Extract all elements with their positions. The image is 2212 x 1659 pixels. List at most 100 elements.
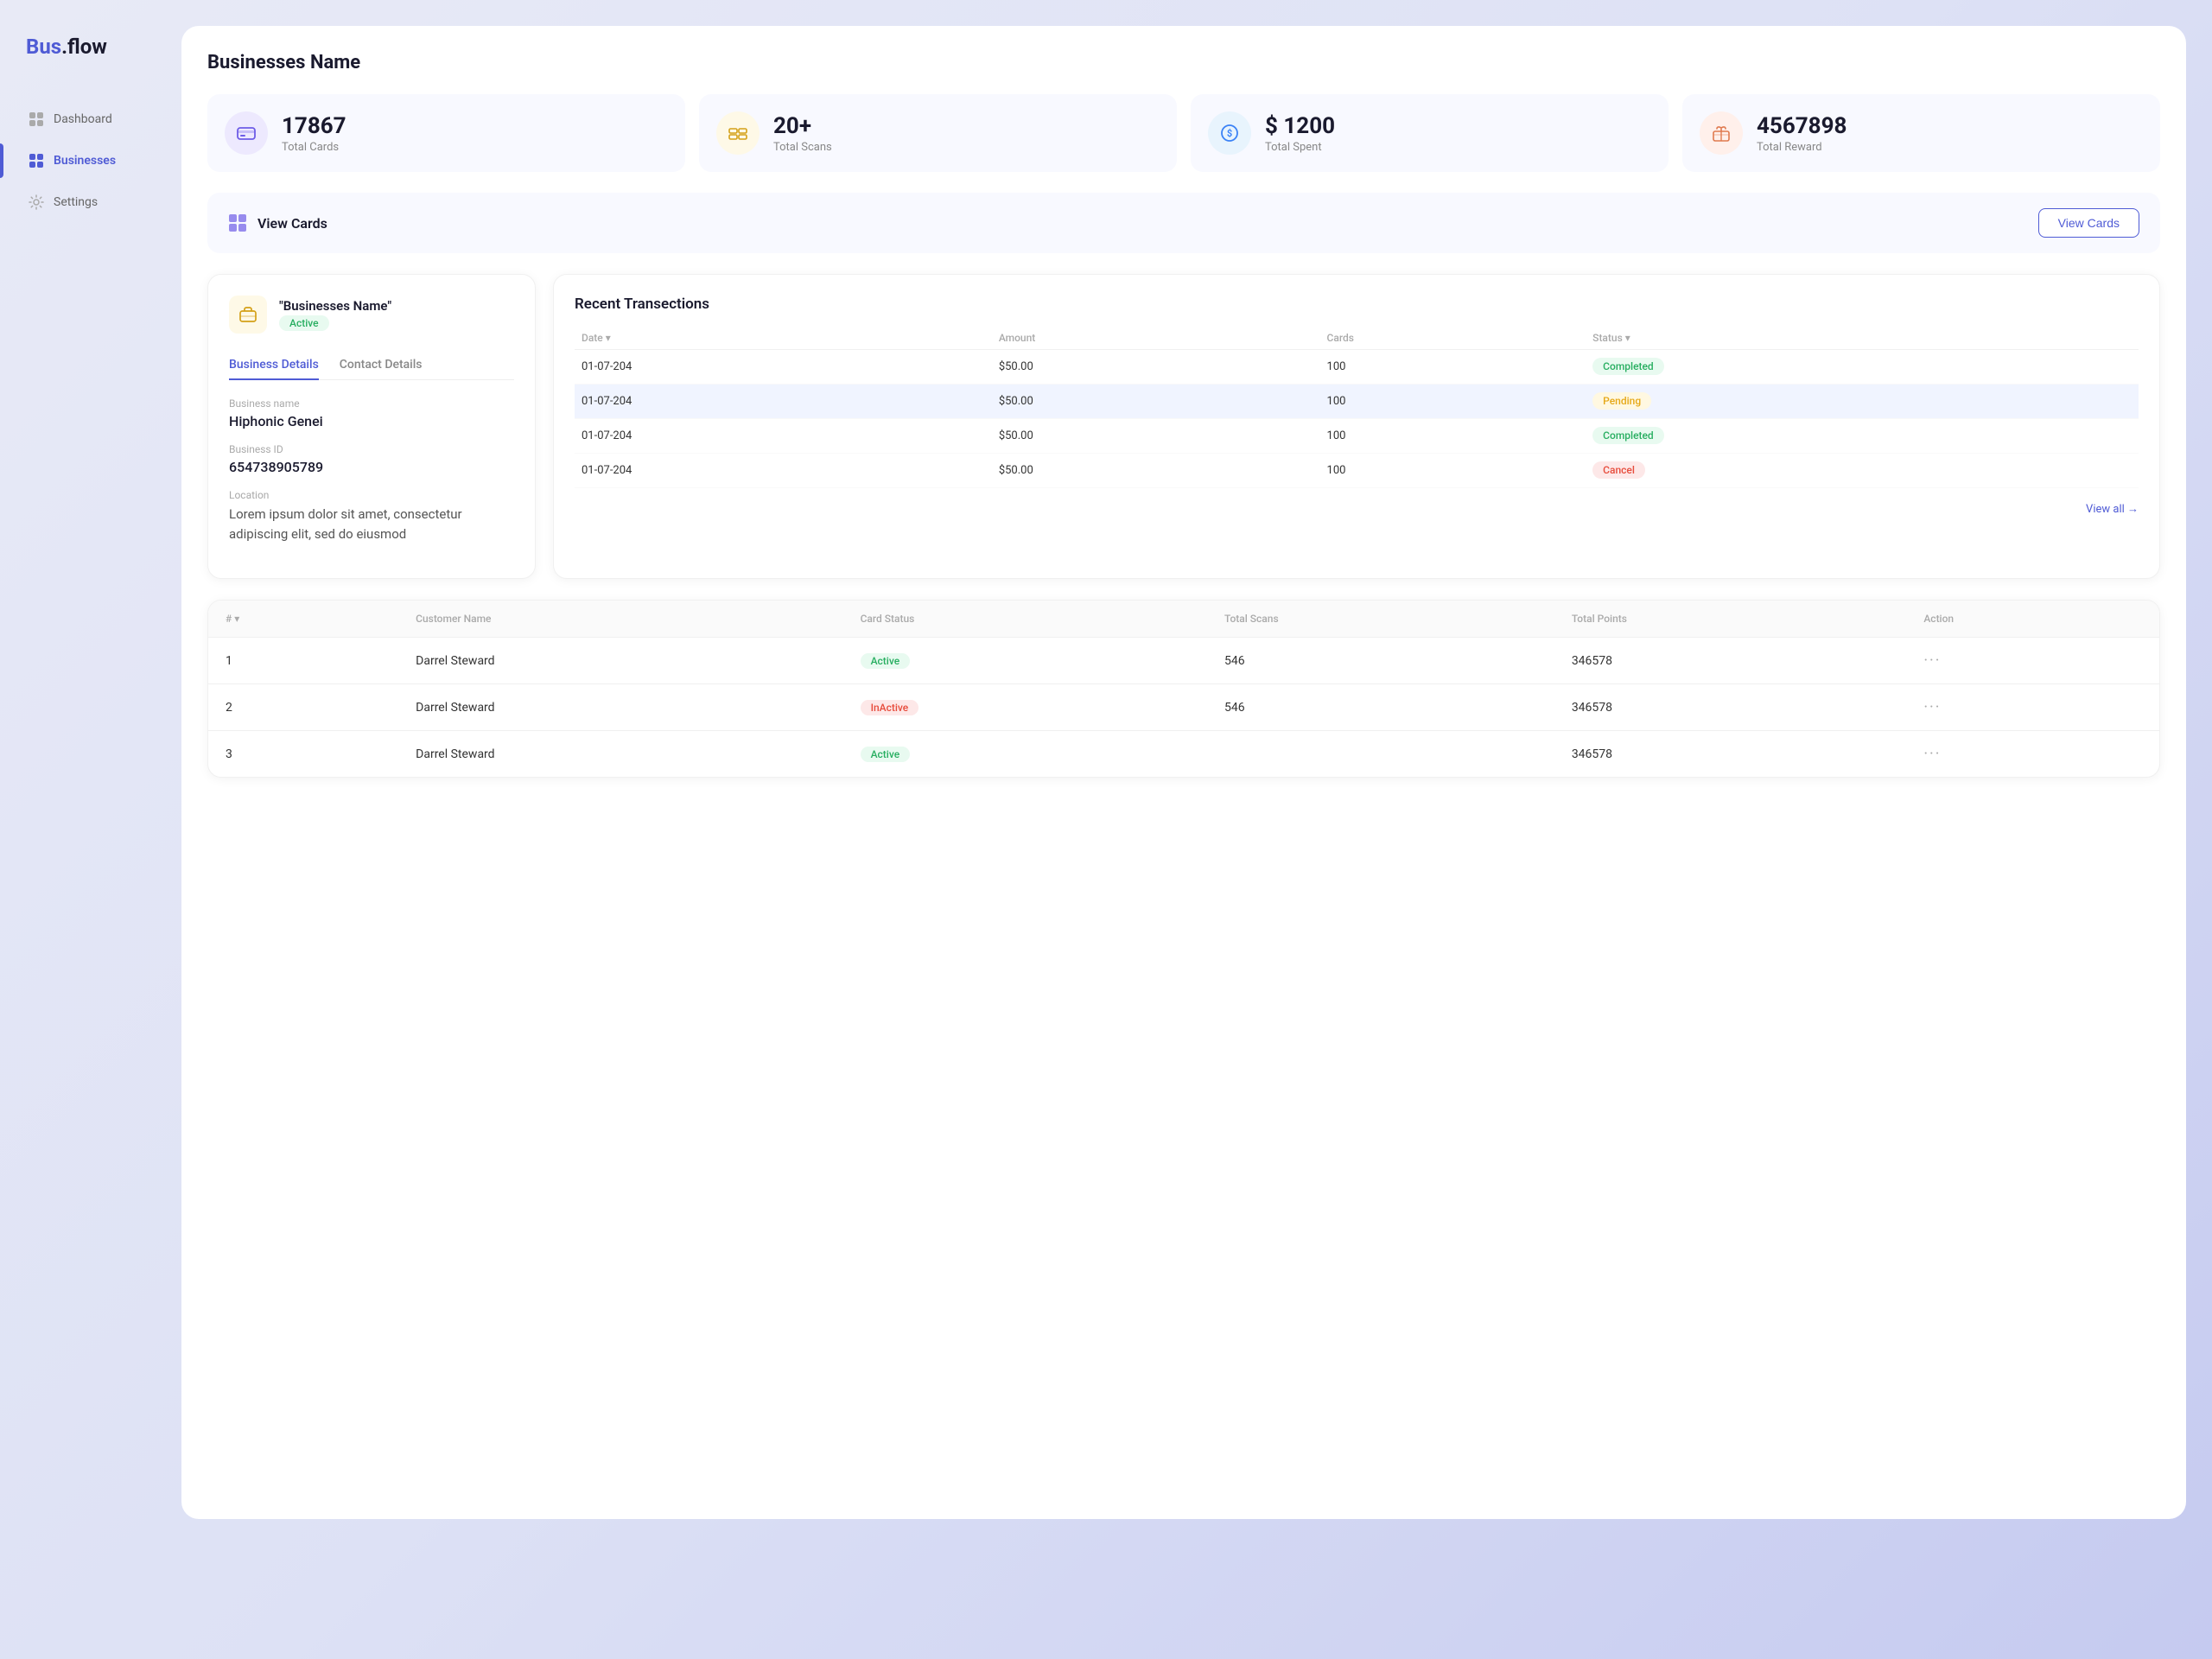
total-spent-label: Total Spent <box>1265 141 1335 154</box>
total-reward-value: 4567898 <box>1757 113 1847 139</box>
table-row: 01-07-204 $50.00 100 Completed <box>575 419 2139 454</box>
field-business-name-label: Business name <box>229 397 514 410</box>
total-spent-info: $ 1200 Total Spent <box>1265 113 1335 154</box>
transactions-title: Recent Transections <box>575 296 2139 313</box>
tx-amount: $50.00 <box>992 385 1320 419</box>
tx-date: 01-07-204 <box>575 454 992 488</box>
two-col-section: "Businesses Name" Active Business Detail… <box>207 274 2160 579</box>
transactions-panel: Recent Transections Date ▾ Amount Cards … <box>553 274 2160 579</box>
cards-header-row: # ▾ Customer Name Card Status Total Scan… <box>208 601 2159 638</box>
field-business-id-value: 654738905789 <box>229 459 514 475</box>
card-total-points: 346578 <box>1554 684 1907 731</box>
card-action[interactable]: ··· <box>1906 638 2159 684</box>
list-item: 1 Darrel Steward Active 546 346578 ··· <box>208 638 2159 684</box>
total-cards-value: 17867 <box>282 113 346 139</box>
field-business-name: Business name Hiphonic Genei <box>229 397 514 429</box>
total-scans-value: 20+ <box>773 113 832 139</box>
total-spent-value: $ 1200 <box>1265 113 1335 139</box>
card-status-cell: Active <box>843 731 1207 778</box>
field-business-name-value: Hiphonic Genei <box>229 413 514 429</box>
tx-cards: 100 <box>1320 419 1586 454</box>
card-total-scans: 546 <box>1207 684 1554 731</box>
table-row: 01-07-204 $50.00 100 Pending <box>575 385 2139 419</box>
total-reward-label: Total Reward <box>1757 141 1847 154</box>
tx-amount: $50.00 <box>992 454 1320 488</box>
cards-col-scans: Total Scans <box>1207 601 1554 638</box>
total-reward-icon <box>1700 111 1743 155</box>
cards-table: # ▾ Customer Name Card Status Total Scan… <box>208 601 2159 777</box>
card-num: 1 <box>208 638 398 684</box>
businesses-icon <box>28 152 45 169</box>
field-location-label: Location <box>229 489 514 501</box>
tx-cards: 100 <box>1320 454 1586 488</box>
card-action[interactable]: ··· <box>1906 731 2159 778</box>
sidebar-item-businesses[interactable]: Businesses <box>17 143 156 178</box>
field-location: Location Lorem ipsum dolor sit amet, con… <box>229 489 514 543</box>
total-spent-icon: $ <box>1208 111 1251 155</box>
card-total-scans: 546 <box>1207 638 1554 684</box>
page-title: Businesses Name <box>207 52 2160 73</box>
sidebar-item-dashboard[interactable]: Dashboard <box>17 102 156 137</box>
table-row: 01-07-204 $50.00 100 Cancel <box>575 454 2139 488</box>
total-scans-label: Total Scans <box>773 141 832 154</box>
logo-bus: Bus <box>26 35 61 59</box>
card-total-scans <box>1207 731 1554 778</box>
main-content: Businesses Name 17867 Total Cards <box>173 0 2212 1659</box>
card-total-points: 346578 <box>1554 638 1907 684</box>
total-cards-icon <box>225 111 268 155</box>
stat-card-total-scans: 20+ Total Scans <box>699 94 1177 172</box>
cards-col-points: Total Points <box>1554 601 1907 638</box>
field-location-value: Lorem ipsum dolor sit amet, consectetur … <box>229 505 514 543</box>
sidebar-item-settings[interactable]: Settings <box>17 185 156 219</box>
view-cards-bar: View Cards View Cards <box>207 193 2160 253</box>
col-status: Status ▾ <box>1586 327 2139 350</box>
total-cards-info: 17867 Total Cards <box>282 113 346 154</box>
cards-col-num: # ▾ <box>208 601 398 638</box>
col-cards: Cards <box>1320 327 1586 350</box>
card-total-points: 346578 <box>1554 731 1907 778</box>
view-all-link[interactable]: View all → <box>575 502 2139 516</box>
card-customer-name: Darrel Steward <box>398 731 842 778</box>
sidebar: Bus.flow Dashboard Businesses <box>0 0 173 1659</box>
tx-amount: $50.00 <box>992 350 1320 385</box>
tx-date: 01-07-204 <box>575 350 992 385</box>
card-action[interactable]: ··· <box>1906 684 2159 731</box>
field-business-id-label: Business ID <box>229 443 514 455</box>
detail-tabs: Business Details Contact Details <box>229 351 514 380</box>
cards-col-action: Action <box>1906 601 2159 638</box>
total-scans-icon <box>716 111 760 155</box>
sidebar-item-settings-label: Settings <box>54 195 98 209</box>
tx-date: 01-07-204 <box>575 385 992 419</box>
tx-status: Cancel <box>1586 454 2139 488</box>
svg-text:$: $ <box>1227 128 1232 139</box>
business-header: "Businesses Name" Active <box>229 296 514 334</box>
business-status-badge: Active <box>279 315 329 331</box>
stat-card-total-cards: 17867 Total Cards <box>207 94 685 172</box>
tx-status: Pending <box>1586 385 2139 419</box>
business-details-card: "Businesses Name" Active Business Detail… <box>207 274 536 579</box>
tx-date: 01-07-204 <box>575 419 992 454</box>
stats-row: 17867 Total Cards 20+ Total Scans <box>207 94 2160 172</box>
stat-card-total-reward: 4567898 Total Reward <box>1682 94 2160 172</box>
tx-cards: 100 <box>1320 350 1586 385</box>
card-num: 3 <box>208 731 398 778</box>
tab-contact-details[interactable]: Contact Details <box>340 351 423 380</box>
content-card: Businesses Name 17867 Total Cards <box>181 26 2186 1519</box>
tx-amount: $50.00 <box>992 419 1320 454</box>
tx-status: Completed <box>1586 350 2139 385</box>
tab-business-details[interactable]: Business Details <box>229 351 319 380</box>
settings-icon <box>28 194 45 211</box>
sidebar-item-businesses-label: Businesses <box>54 154 116 168</box>
business-briefcase-icon <box>229 296 267 334</box>
cards-table-section: # ▾ Customer Name Card Status Total Scan… <box>207 600 2160 778</box>
transactions-table: Date ▾ Amount Cards Status ▾ 01-07-204 $… <box>575 327 2139 488</box>
total-scans-info: 20+ Total Scans <box>773 113 832 154</box>
card-num: 2 <box>208 684 398 731</box>
card-status-cell: Active <box>843 638 1207 684</box>
list-item: 2 Darrel Steward InActive 546 346578 ··· <box>208 684 2159 731</box>
tx-status: Completed <box>1586 419 2139 454</box>
view-cards-button[interactable]: View Cards <box>2038 208 2139 238</box>
business-display-name: "Businesses Name" <box>279 298 391 314</box>
card-status-cell: InActive <box>843 684 1207 731</box>
view-cards-bar-icon <box>228 213 247 232</box>
